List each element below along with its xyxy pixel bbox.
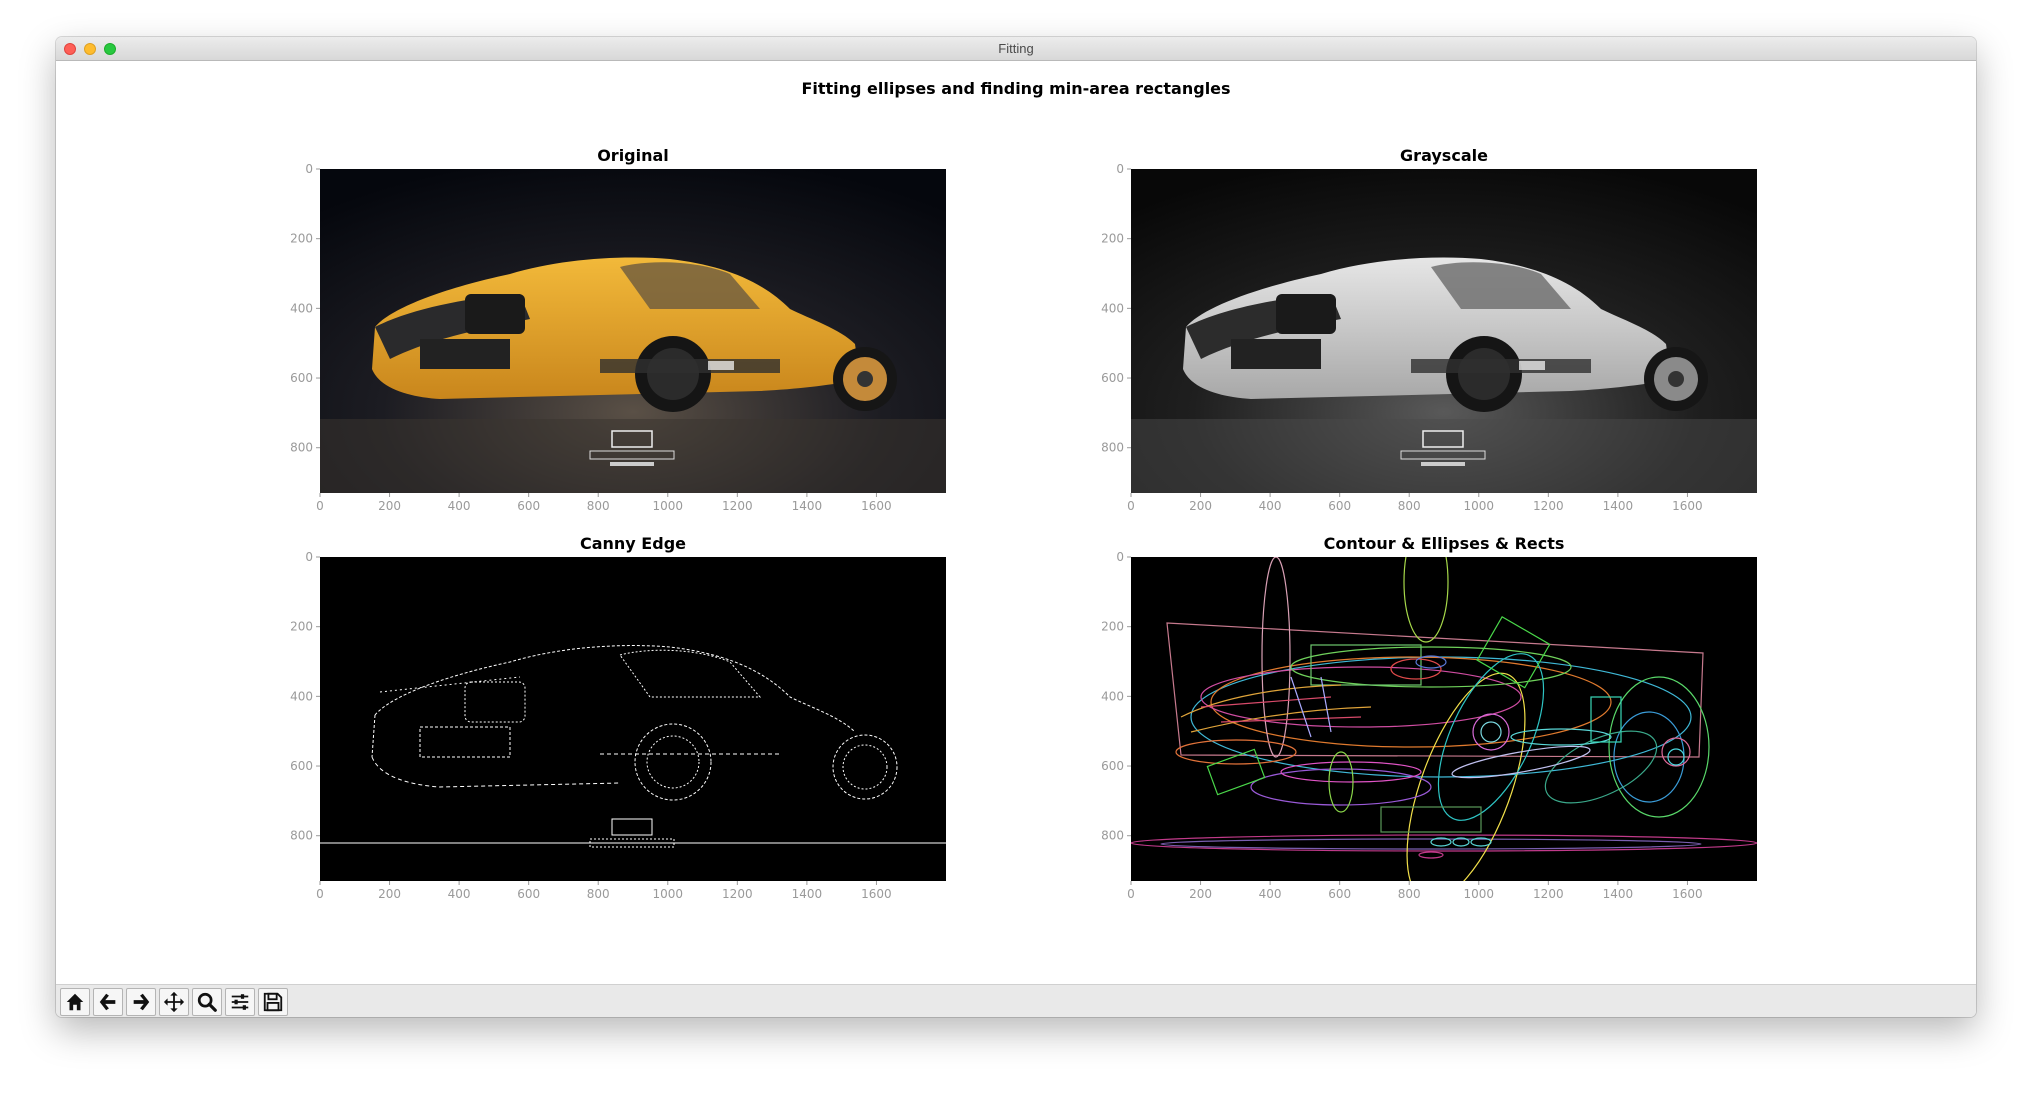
configure-subplots-button[interactable] bbox=[225, 988, 255, 1016]
x-tick-label: 800 bbox=[587, 499, 610, 513]
image-grayscale[interactable] bbox=[1131, 169, 1757, 493]
figure-canvas[interactable]: Fitting ellipses and finding min-area re… bbox=[56, 61, 1976, 985]
save-button[interactable] bbox=[258, 988, 288, 1016]
x-tick-label: 600 bbox=[517, 499, 540, 513]
x-tick-label: 200 bbox=[378, 887, 401, 901]
navigation-toolbar bbox=[56, 984, 1976, 1017]
x-tick-label: 1600 bbox=[861, 887, 892, 901]
y-tick-label: 600 bbox=[290, 759, 313, 773]
x-tick-label: 1200 bbox=[722, 887, 753, 901]
y-tick-label: 400 bbox=[290, 689, 313, 703]
x-tick-label: 1000 bbox=[1464, 499, 1495, 513]
x-tick-label: 800 bbox=[1398, 887, 1421, 901]
x-tick-label: 1200 bbox=[722, 499, 753, 513]
y-tick-label: 200 bbox=[1101, 620, 1124, 634]
zoom-button[interactable] bbox=[192, 988, 222, 1016]
x-tick-label: 1600 bbox=[861, 499, 892, 513]
x-tick-label: 600 bbox=[1328, 499, 1351, 513]
x-tick-label: 0 bbox=[1127, 887, 1135, 901]
app-window: Fitting Fitting ellipses and finding min… bbox=[56, 37, 1976, 1017]
x-tick-label: 1600 bbox=[1672, 499, 1703, 513]
x-tick-label: 400 bbox=[448, 887, 471, 901]
y-tick-label: 600 bbox=[290, 371, 313, 385]
home-icon bbox=[66, 993, 84, 1011]
x-tick-label: 0 bbox=[316, 499, 324, 513]
y-tick-label: 600 bbox=[1101, 759, 1124, 773]
x-tick-label: 1000 bbox=[1464, 887, 1495, 901]
configure-subplots-icon bbox=[231, 994, 249, 1010]
x-tick-label: 1400 bbox=[1603, 499, 1634, 513]
x-tick-label: 400 bbox=[1259, 499, 1282, 513]
axes-title-contours: Contour & Ellipses & Rects bbox=[1323, 534, 1565, 553]
y-tick-label: 400 bbox=[1101, 301, 1124, 315]
y-tick-label: 800 bbox=[1101, 829, 1124, 843]
x-tick-label: 1000 bbox=[653, 887, 684, 901]
forward-arrow-icon bbox=[133, 993, 150, 1011]
x-tick-label: 400 bbox=[448, 499, 471, 513]
x-tick-label: 1600 bbox=[1672, 887, 1703, 901]
image-original[interactable] bbox=[320, 169, 946, 493]
x-tick-label: 400 bbox=[1259, 887, 1282, 901]
pan-button[interactable] bbox=[159, 988, 189, 1016]
y-tick-label: 400 bbox=[1101, 689, 1124, 703]
figure-suptitle: Fitting ellipses and finding min-area re… bbox=[801, 79, 1231, 98]
forward-button[interactable] bbox=[126, 988, 156, 1016]
x-tick-label: 600 bbox=[517, 887, 540, 901]
y-tick-label: 0 bbox=[1116, 550, 1124, 564]
y-tick-label: 400 bbox=[290, 301, 313, 315]
y-tick-label: 600 bbox=[1101, 371, 1124, 385]
image-contours-ellipses-rects[interactable] bbox=[1131, 557, 1757, 881]
save-icon bbox=[263, 992, 283, 1012]
x-tick-label: 1400 bbox=[1603, 887, 1634, 901]
y-tick-label: 0 bbox=[305, 550, 313, 564]
axes-title-grayscale: Grayscale bbox=[1400, 146, 1488, 165]
x-tick-label: 1200 bbox=[1533, 887, 1564, 901]
x-tick-label: 1400 bbox=[792, 499, 823, 513]
y-tick-label: 800 bbox=[290, 829, 313, 843]
y-tick-label: 200 bbox=[290, 620, 313, 634]
axes-title-original: Original bbox=[597, 146, 669, 165]
pan-icon bbox=[163, 991, 185, 1013]
y-tick-label: 200 bbox=[290, 232, 313, 246]
window-title: Fitting bbox=[998, 41, 1034, 56]
x-tick-label: 1000 bbox=[653, 499, 684, 513]
back-arrow-icon bbox=[99, 993, 116, 1011]
x-tick-label: 0 bbox=[1127, 499, 1135, 513]
y-tick-label: 800 bbox=[290, 441, 313, 455]
x-tick-label: 200 bbox=[1189, 887, 1212, 901]
axes-title-canny: Canny Edge bbox=[579, 534, 686, 553]
x-tick-label: 1200 bbox=[1533, 499, 1564, 513]
y-tick-label: 800 bbox=[1101, 441, 1124, 455]
y-tick-label: 0 bbox=[1116, 162, 1124, 176]
x-tick-label: 600 bbox=[1328, 887, 1351, 901]
y-tick-label: 0 bbox=[305, 162, 313, 176]
y-tick-label: 200 bbox=[1101, 232, 1124, 246]
x-tick-label: 800 bbox=[587, 887, 610, 901]
x-tick-label: 800 bbox=[1398, 499, 1421, 513]
x-tick-label: 1400 bbox=[792, 887, 823, 901]
home-button[interactable] bbox=[60, 988, 90, 1016]
zoom-icon bbox=[197, 992, 217, 1012]
x-tick-label: 0 bbox=[316, 887, 324, 901]
back-button[interactable] bbox=[93, 988, 123, 1016]
x-tick-label: 200 bbox=[378, 499, 401, 513]
title-bar: Fitting bbox=[56, 37, 1976, 61]
x-tick-label: 200 bbox=[1189, 499, 1212, 513]
image-canny-edge[interactable] bbox=[320, 557, 946, 881]
